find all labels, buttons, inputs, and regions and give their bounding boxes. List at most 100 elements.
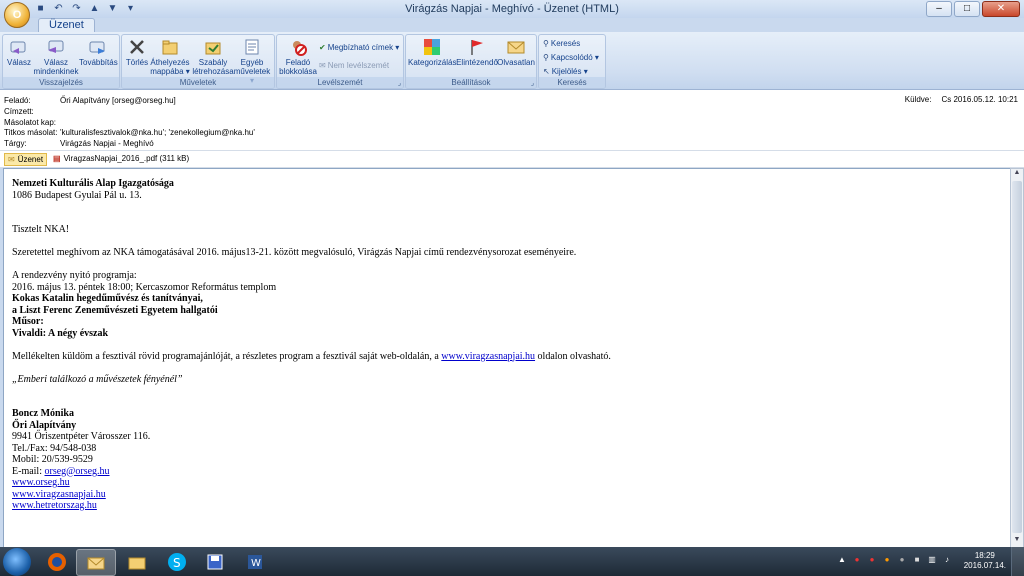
office-button[interactable]: O [4, 2, 30, 28]
tray-arrow-icon[interactable]: ▲ [837, 555, 847, 565]
network-icon[interactable]: ▥ [927, 555, 937, 565]
group-respond-label: Visszajelzés [3, 77, 119, 88]
maximize-button[interactable]: □ [954, 1, 980, 17]
system-tray: ▲ ● ● ● ● ■ ▥ ♪ [837, 555, 952, 565]
attachment-bar: ✉ Üzenet ▤ ViragzasNapjai_2016_.pdf (311 k… [0, 150, 1024, 168]
rule-icon [202, 37, 224, 57]
attachment-pdf[interactable]: ▤ ViragzasNapjai_2016_.pdf (311 kB) [50, 153, 192, 164]
from-row: Feladó: Őri Alapítvány [orseg@orseg.hu] [4, 95, 176, 106]
body-attachment-note: Mellékelten küldöm a fesztivál rövid pro… [12, 350, 611, 362]
link-viragzasnapjai[interactable]: www.viragzasnapjai.hu [12, 489, 106, 500]
tray-app-icon-3[interactable]: ● [882, 555, 892, 565]
link-hetretorszag[interactable]: www.hetretorszag.hu [12, 500, 97, 511]
folder-move-icon [159, 37, 181, 57]
forward-icon [87, 37, 109, 57]
not-junk-button[interactable]: ✉ Nem levélszemét [319, 61, 389, 70]
sent-value: Cs 2016.05.12. 10:21 [941, 95, 1018, 104]
message-header: Feladó: Őri Alapítvány [orseg@orseg.hu] C… [0, 90, 1024, 150]
tray-app-icon-5[interactable]: ■ [912, 555, 922, 565]
bcc-value[interactable]: 'kulturalisfesztivalok@nka.hu'; 'zenekol… [60, 128, 255, 137]
not-junk-icon: ✉ [319, 61, 326, 70]
categorize-icon [421, 37, 443, 57]
related-button[interactable]: ⚲ Kapcsolódó ▾ [543, 53, 599, 62]
scroll-down-icon[interactable]: ▼ [1011, 536, 1023, 547]
flag-icon [466, 37, 488, 57]
delete-button[interactable]: Törlés [124, 37, 150, 67]
to-row: Címzett: [4, 106, 60, 117]
block-sender-icon [287, 37, 309, 57]
envelope-icon: ✉ [8, 155, 15, 164]
window-controls: – □ ✕ [926, 1, 1020, 17]
subject-row: Tárgy: Virágzás Napjai - Meghívó [4, 138, 154, 149]
body-address: 1086 Budapest Gyulai Pál u. 13. [12, 189, 142, 201]
categorize-button[interactable]: Kategorizálás [408, 37, 456, 67]
reply-button[interactable]: Válasz [6, 37, 32, 67]
minimize-button[interactable]: – [926, 1, 952, 17]
title-bar: ■ ↶ ↷ ▲ ▼ ▾ Virágzás Napjai - Meghívó - … [0, 0, 1024, 18]
taskbar-outlook-icon[interactable] [76, 549, 116, 576]
from-label: Feladó: [4, 96, 31, 105]
festival-link[interactable]: www.viragzasnapjai.hu [441, 351, 535, 362]
window-title: Virágzás Napjai - Meghívó - Üzenet (HTML… [405, 3, 619, 15]
tray-app-icon-1[interactable]: ● [852, 555, 862, 565]
move-to-folder-button[interactable]: Áthelyezés mappába ▾ [150, 37, 190, 76]
body-program-piece: Vivaldi: A négy évszak [12, 327, 109, 339]
office-logo-icon: O [12, 9, 22, 21]
scroll-thumb[interactable] [1012, 181, 1022, 533]
forward-button[interactable]: Továbbítás [79, 37, 118, 67]
find-button[interactable]: ⚲ Keresés [543, 39, 580, 48]
group-options: Kategorizálás Elintézendő Olvasatlan Beá… [405, 34, 537, 89]
svg-text:S: S [173, 556, 181, 570]
message-body[interactable]: Nemzeti Kulturális Alap Igazgatósága 108… [3, 168, 1011, 548]
reply-all-button[interactable]: Válasz mindenkinek [33, 37, 79, 76]
taskbar-explorer-icon[interactable] [118, 549, 156, 574]
binoculars-icon: ⚲ [543, 39, 549, 48]
group-find: ⚲ Keresés ⚲ Kapcsolódó ▾ ↖ Kijelölés ▾ Kere… [538, 34, 606, 89]
sent-label: Küldve: [904, 95, 932, 104]
tab-message[interactable]: Üzenet [38, 18, 95, 33]
from-value[interactable]: Őri Alapítvány [orseg@orseg.hu] [60, 96, 176, 105]
follow-up-button[interactable]: Elintézendő [456, 37, 498, 67]
attachment-message[interactable]: ✉ Üzenet [4, 153, 48, 166]
clock[interactable]: 18:29 2016.07.14. [964, 551, 1006, 571]
body-program-label: Műsor: [12, 316, 44, 327]
safe-lists-icon: ✔ [319, 43, 326, 52]
mark-unread-button[interactable]: Olvasatlan [497, 37, 535, 67]
bcc-label: Titkos másolat: [4, 128, 58, 137]
link-orseg[interactable]: www.orseg.hu [12, 477, 70, 488]
start-button[interactable] [3, 548, 31, 576]
signature-mobile: Mobil: 20/539-9529 [12, 454, 93, 465]
close-button[interactable]: ✕ [982, 1, 1020, 17]
taskbar-word-icon[interactable]: W [236, 549, 274, 574]
body-program-date: 2016. május 13. péntek 18:00; Kercaszomo… [12, 281, 277, 293]
body-org: Nemzeti Kulturális Alap Igazgatósága [12, 178, 174, 189]
tray-app-icon-2[interactable]: ● [867, 555, 877, 565]
junk-options-icon[interactable]: ⌟ [398, 79, 401, 87]
group-junk-label: Levélszemét [277, 77, 403, 88]
create-rule-button[interactable]: Szabály létrehozása [192, 37, 234, 76]
select-button[interactable]: ↖ Kijelölés ▾ [543, 67, 588, 76]
options-dialog-icon[interactable]: ⌟ [531, 79, 534, 87]
taskbar-save-icon[interactable] [196, 549, 234, 574]
to-label: Címzett: [4, 107, 34, 116]
message-text: Nemzeti Kulturális Alap Igazgatósága 108… [12, 178, 1002, 512]
subject-label: Tárgy: [4, 139, 27, 148]
body-greeting: Tisztelt NKA! [12, 224, 70, 235]
taskbar-skype-icon[interactable]: S [158, 549, 196, 574]
pdf-icon: ▤ [53, 154, 61, 163]
signature-name: Boncz Mónika [12, 408, 74, 419]
volume-icon[interactable]: ♪ [942, 555, 952, 565]
signature-email-row: E-mail: orseg@orseg.hu [12, 465, 110, 477]
safe-lists-button[interactable]: ✔ Megbízható címek ▾ [319, 43, 399, 52]
tray-app-icon-4[interactable]: ● [897, 555, 907, 565]
signature-email-link[interactable]: orseg@orseg.hu [45, 466, 110, 477]
group-find-label: Keresés [539, 77, 605, 88]
vertical-scrollbar[interactable]: ▲ ▼ [1010, 168, 1024, 548]
taskbar-firefox-icon[interactable] [38, 549, 76, 574]
body-motto: „Emberi találkozó a művészetek fényénél” [12, 373, 183, 385]
show-desktop-button[interactable] [1011, 547, 1024, 576]
envelope-icon [505, 37, 527, 57]
block-sender-button[interactable]: Feladó blokkolása [279, 37, 317, 76]
scroll-up-icon[interactable]: ▲ [1011, 169, 1023, 180]
clock-date: 2016.07.14. [963, 561, 1006, 570]
